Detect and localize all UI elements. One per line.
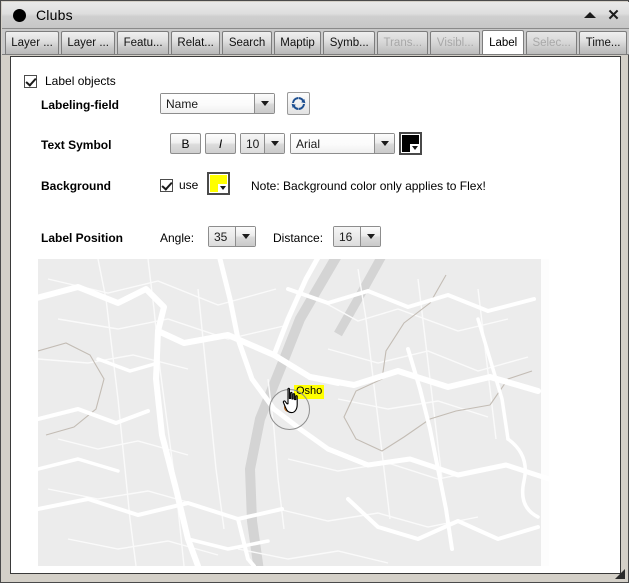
label-objects-row: Label objects: [24, 74, 116, 88]
distance-label-wrap: Distance:: [273, 231, 323, 245]
tab-transparency: Trans...: [377, 31, 429, 54]
label-position-label: Label Position: [41, 231, 124, 245]
text-symbol-label-wrap: Text Symbol: [41, 138, 111, 152]
collapse-button[interactable]: [583, 9, 596, 22]
distance-label: Distance:: [273, 231, 324, 245]
italic-button[interactable]: I: [205, 133, 236, 154]
tab-relations[interactable]: Relat...: [170, 31, 221, 54]
font-size-select[interactable]: 10: [240, 133, 285, 154]
triangle-up-icon: [583, 12, 596, 18]
labeling-field-label-wrap: Labeling-field: [41, 98, 119, 112]
window-controls: ✕: [583, 6, 620, 24]
tab-layer-1[interactable]: Layer ...: [5, 31, 60, 54]
window-titlebar: Clubs ✕: [2, 2, 629, 29]
tab-search[interactable]: Search: [222, 31, 272, 54]
refresh-icon-glyph: [291, 97, 306, 110]
angle-label: Angle:: [160, 231, 195, 245]
hand-pointer-cursor: [281, 387, 303, 420]
chevron-down-icon: [374, 134, 394, 153]
tab-label[interactable]: Label: [482, 30, 525, 54]
labeling-field-select[interactable]: Name: [160, 93, 275, 114]
angle-select[interactable]: 35: [208, 226, 256, 247]
tab-layer-2[interactable]: Layer ...: [61, 31, 116, 54]
background-note-wrap: Note: Background color only applies to F…: [251, 179, 486, 193]
labeling-field-value: Name: [161, 94, 254, 113]
tab-strip: Layer ... Layer ... Featu... Relat... Se…: [2, 29, 629, 55]
resize-grip[interactable]: [613, 567, 626, 580]
tab-visibility: Visibl...: [430, 31, 481, 54]
label-objects-checkbox[interactable]: [24, 74, 37, 88]
map-right-edge: [541, 259, 549, 566]
font-family-value: Arial: [291, 134, 374, 153]
tab-symbology[interactable]: Symb...: [323, 31, 376, 54]
bold-button-label: B: [181, 136, 190, 151]
background-use-checkbox[interactable]: [160, 178, 173, 192]
background-use-row: use: [160, 178, 198, 192]
background-note: Note: Background color only applies to F…: [251, 179, 486, 193]
labeling-field-label: Labeling-field: [41, 98, 119, 112]
tab-time[interactable]: Time...: [579, 31, 628, 54]
angle-label-wrap: Angle:: [160, 231, 194, 245]
italic-button-label: I: [218, 136, 223, 151]
chevron-down-icon: [235, 227, 255, 246]
refresh-icon[interactable]: [287, 92, 310, 115]
close-button[interactable]: ✕: [607, 6, 620, 24]
text-symbol-label: Text Symbol: [41, 138, 112, 152]
font-size-value: 10: [241, 134, 264, 153]
bold-button[interactable]: B: [170, 133, 201, 154]
font-family-select[interactable]: Arial: [290, 133, 395, 154]
background-use-label: use: [179, 178, 199, 192]
tab-selection: Selec...: [526, 31, 578, 54]
background-label: Background: [41, 179, 112, 193]
close-icon: ✕: [607, 6, 620, 24]
chevron-down-icon: [218, 184, 227, 192]
label-position-label-wrap: Label Position: [41, 231, 123, 245]
tab-features[interactable]: Featu...: [117, 31, 169, 54]
clubs-window: Clubs ✕ Layer ... Layer ... Featu... Rel…: [0, 0, 629, 583]
tab-maptip[interactable]: Maptip: [273, 31, 322, 54]
hand-pointer-cursor-glyph: [282, 387, 298, 414]
chevron-down-icon: [410, 144, 419, 152]
background-color-swatch[interactable]: [207, 172, 230, 195]
chevron-down-icon: [254, 94, 274, 113]
label-objects-label: Label objects: [45, 74, 116, 88]
black-circle-icon: [13, 8, 26, 22]
chevron-down-icon: [264, 134, 284, 153]
chevron-down-icon: [360, 227, 380, 246]
distance-select[interactable]: 16: [333, 226, 381, 247]
angle-value: 35: [209, 227, 235, 246]
text-color-swatch[interactable]: [399, 132, 422, 155]
distance-value: 16: [334, 227, 360, 246]
background-label-wrap: Background: [41, 179, 111, 193]
window-title: Clubs: [36, 7, 73, 23]
